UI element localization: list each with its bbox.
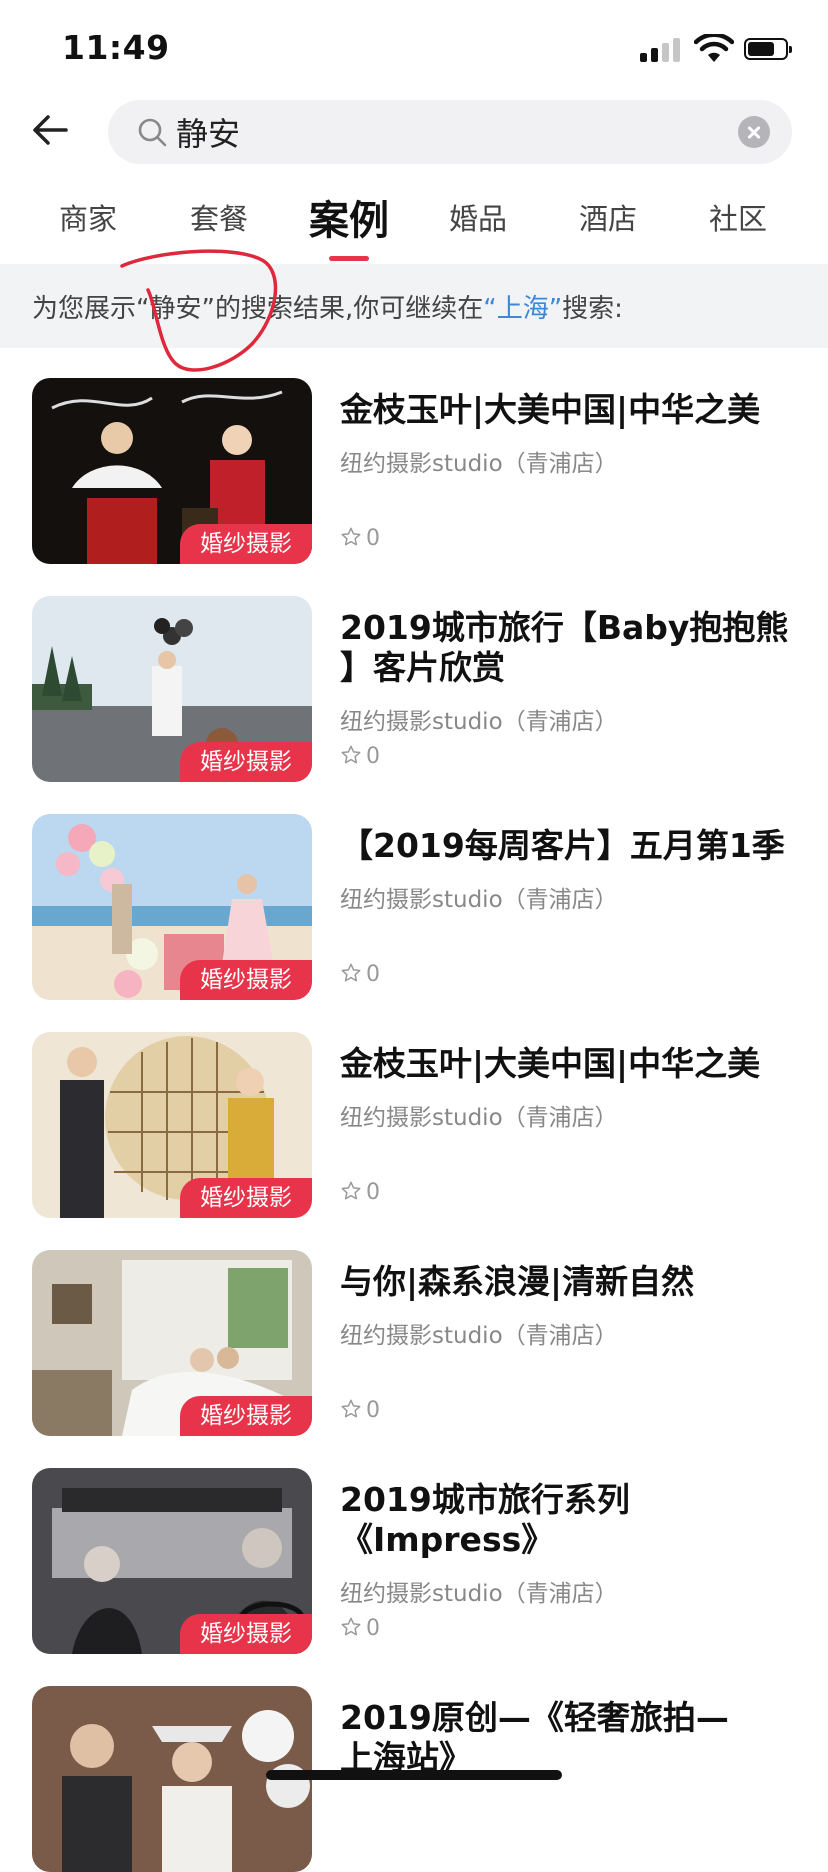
list-item[interactable]: 婚纱摄影 2019城市旅行系列《Impress》 纽约摄影studio（青浦店）… (0, 1468, 828, 1654)
hand-drawn-circle-annotation (120, 249, 278, 372)
search-icon (138, 118, 167, 147)
like-count-value: 0 (366, 744, 380, 769)
category-badge: 婚纱摄影 (180, 1396, 312, 1436)
search-input[interactable] (176, 108, 716, 156)
star-outline-icon (341, 1399, 361, 1418)
status-icons (640, 34, 792, 66)
shop-name: 纽约摄影studio（青浦店） (340, 1323, 618, 1349)
list-item[interactable]: 婚纱摄影 与你|森系浪漫|清新自然 纽约摄影studio（青浦店） 0 (0, 1250, 828, 1436)
star-outline-icon (341, 1181, 361, 1200)
shop-name: 纽约摄影studio（青浦店） (340, 451, 618, 477)
like-count[interactable]: 0 (340, 962, 380, 987)
like-count[interactable]: 0 (340, 1180, 380, 1205)
case-title: 2019原创—《轻奢旅拍—上海站》 (340, 1698, 729, 1777)
banner-suffix: 搜索: (562, 294, 623, 324)
case-thumbnail: 婚纱摄影 (32, 596, 312, 782)
like-count-value: 0 (366, 526, 380, 551)
shop-name: 纽约摄影studio（青浦店） (340, 709, 618, 735)
like-count[interactable]: 0 (340, 1398, 380, 1423)
star-outline-icon (341, 745, 361, 764)
cellular-signal-icon (640, 36, 684, 62)
list-item[interactable]: 婚纱摄影 金枝玉叶|大美中国|中华之美 纽约摄影studio（青浦店） 0 (0, 1032, 828, 1218)
like-count-value: 0 (366, 1180, 380, 1205)
search-bar[interactable] (108, 100, 792, 164)
tab-cases[interactable]: 案例 (284, 188, 414, 246)
case-title: 2019城市旅行系列《Impress》 (340, 1480, 630, 1559)
case-title: 与你|森系浪漫|清新自然 (340, 1262, 695, 1301)
list-item[interactable]: 婚纱摄影 【2019每周客片】五月第1季 纽约摄影studio（青浦店） 0 (0, 814, 828, 1000)
clear-search-icon[interactable] (738, 116, 770, 148)
category-badge: 婚纱摄影 (180, 1178, 312, 1218)
case-title: 金枝玉叶|大美中国|中华之美 (340, 390, 761, 429)
like-count-value: 0 (366, 1398, 380, 1423)
category-badge: 婚纱摄影 (180, 524, 312, 564)
tab-community[interactable]: 社区 (673, 196, 803, 238)
case-thumbnail: 婚纱摄影 (32, 1032, 312, 1218)
tab-merchants[interactable]: 商家 (23, 196, 153, 238)
shop-name: 纽约摄影studio（青浦店） (340, 887, 618, 913)
status-bar: 11:49 (0, 0, 828, 96)
case-thumbnail: 婚纱摄影 (32, 378, 312, 564)
status-time: 11:49 (62, 28, 170, 67)
case-thumbnail: 婚纱摄影 (32, 1468, 312, 1654)
case-thumbnail: 婚纱摄影 (32, 814, 312, 1000)
list-item[interactable]: 婚纱摄影 金枝玉叶|大美中国|中华之美 纽约摄影studio（青浦店） 0 (0, 378, 828, 564)
category-badge: 婚纱摄影 (180, 1614, 312, 1654)
case-title: 金枝玉叶|大美中国|中华之美 (340, 1044, 761, 1083)
back-arrow-icon[interactable] (28, 108, 72, 152)
category-badge: 婚纱摄影 (180, 960, 312, 1000)
category-badge: 婚纱摄影 (180, 742, 312, 782)
like-count[interactable]: 0 (340, 744, 380, 769)
like-count[interactable]: 0 (340, 1616, 380, 1641)
star-outline-icon (341, 1617, 361, 1636)
battery-icon (744, 38, 792, 60)
active-tab-indicator (329, 256, 369, 261)
tab-wedding-goods[interactable]: 婚品 (413, 196, 543, 238)
like-count-value: 0 (366, 1616, 380, 1641)
like-count-value: 0 (366, 962, 380, 987)
like-count[interactable]: 0 (340, 526, 380, 551)
star-outline-icon (341, 963, 361, 982)
star-outline-icon (341, 527, 361, 546)
city-link[interactable]: “上海” (483, 294, 562, 324)
case-title: 【2019每周客片】五月第1季 (340, 826, 785, 865)
wifi-icon (694, 34, 734, 62)
tab-packages[interactable]: 套餐 (154, 196, 284, 238)
tab-hotels[interactable]: 酒店 (543, 196, 673, 238)
list-item[interactable]: 婚纱摄影 2019城市旅行【Baby抱抱熊 】客片欣赏 纽约摄影studio（青… (0, 596, 828, 782)
shop-name: 纽约摄影studio（青浦店） (340, 1105, 618, 1131)
case-thumbnail: 婚纱摄影 (32, 1250, 312, 1436)
case-title: 2019城市旅行【Baby抱抱熊 】客片欣赏 (340, 608, 789, 687)
shop-name: 纽约摄影studio（青浦店） (340, 1581, 618, 1607)
home-indicator (266, 1770, 562, 1780)
